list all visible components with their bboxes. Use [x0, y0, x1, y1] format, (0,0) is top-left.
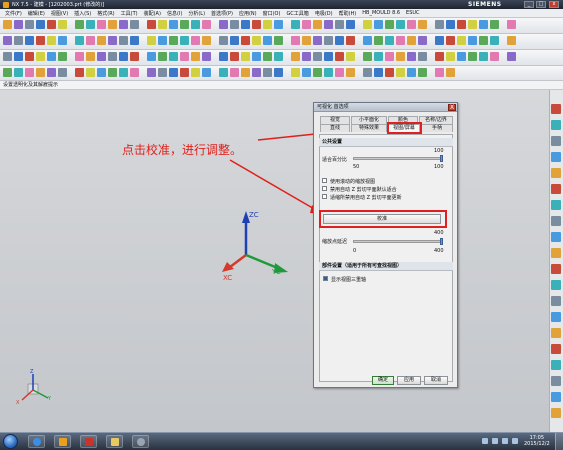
resource-bar-tab-icon[interactable] — [551, 248, 561, 258]
cancel-button[interactable]: 取消 — [424, 376, 448, 385]
resource-bar-tab-icon[interactable] — [551, 344, 561, 354]
arrow-to-calibrate — [229, 159, 317, 211]
tab-special-effects[interactable]: 特殊效果 — [351, 124, 387, 132]
taskbar-app-browser[interactable] — [28, 435, 45, 448]
resource-bar-tab-icon[interactable] — [551, 136, 561, 146]
ok-button[interactable]: 确定 — [372, 376, 394, 385]
resource-bar-tab-icon[interactable] — [551, 280, 561, 290]
resource-bar-tab-icon[interactable] — [551, 152, 561, 162]
fit-percentage-min: 50 — [353, 164, 360, 170]
tab-faceting[interactable]: 小平面化 — [351, 116, 387, 124]
taskbar-app-nx[interactable] — [54, 435, 71, 448]
checkbox-show-view-triad[interactable] — [323, 276, 328, 281]
resource-bar-tab-icon[interactable] — [551, 216, 561, 226]
tab-visual[interactable]: 视觉 — [320, 116, 350, 124]
tab-panel — [319, 134, 453, 382]
resource-bar-tab-icon[interactable] — [551, 360, 561, 370]
tab-names-borders[interactable]: 名称/边界 — [419, 116, 453, 124]
zoom-delay-slider[interactable] — [353, 240, 443, 243]
resource-bar-tab-icon[interactable] — [551, 232, 561, 242]
tray-flag-icon[interactable] — [502, 438, 508, 444]
tray-clock[interactable]: 17:05 2015/12/2 — [524, 435, 550, 447]
resource-bar-tab-icon[interactable] — [551, 264, 561, 274]
section-common-settings[interactable]: 公共设置 — [319, 138, 453, 147]
zoom-delay-slider-thumb[interactable] — [440, 238, 443, 245]
taskbar: 17:05 2015/12/2 — [0, 432, 563, 450]
section-part-settings[interactable]: 部件设置（适用于所有可查找视图） — [319, 262, 453, 271]
resource-bar-tab-icon[interactable] — [551, 184, 561, 194]
tab-handles[interactable]: 手柄 — [421, 124, 453, 132]
dialog-close-button[interactable]: X — [448, 104, 456, 111]
zoom-delay-label: 缩放点延迟 — [322, 239, 348, 245]
fit-percentage-value: 100 — [434, 148, 444, 154]
resource-bar-tab-icon[interactable] — [551, 392, 561, 402]
checkbox-auto-z-clip-update-label: 适缩所禁用自动 Z 剪切平面更新 — [330, 195, 402, 201]
fit-percentage-max: 100 — [434, 164, 444, 170]
taskbar-app-folder[interactable] — [106, 435, 123, 448]
checkbox-auto-z-clip-update[interactable] — [322, 194, 327, 199]
show-desktop-button[interactable] — [555, 433, 563, 450]
checkbox-scroll-zoom[interactable] — [322, 178, 327, 183]
fit-percentage-slider[interactable] — [353, 157, 443, 160]
dialog-title: 可视化 首选项 — [314, 103, 457, 112]
tray-ime-icon[interactable] — [512, 438, 518, 444]
visualization-preferences-dialog: 可视化 首选项 X 视觉 小平面化 颜色 名称/边界 直线 特殊效果 视图/屏幕… — [313, 102, 458, 388]
checkbox-auto-z-clip-fit[interactable] — [322, 186, 327, 191]
zoom-delay-min: 0 — [353, 248, 357, 254]
start-button[interactable] — [3, 434, 18, 449]
tray-date: 2015/12/2 — [524, 441, 550, 447]
resource-bar-tab-icon[interactable] — [551, 312, 561, 322]
zoom-delay-max: 400 — [434, 248, 444, 254]
checkbox-show-view-triad-label: 显示视图三重轴 — [331, 277, 367, 283]
resource-bar-tab-icon[interactable] — [551, 328, 561, 338]
fit-percentage-label: 适合百分比 — [322, 157, 348, 163]
resource-bar-tab-icon[interactable] — [551, 376, 561, 386]
tray-volume-icon[interactable] — [492, 438, 498, 444]
resource-bar-tab-icon[interactable] — [551, 296, 561, 306]
resource-bar-tab-icon[interactable] — [551, 104, 561, 114]
tray-network-icon[interactable] — [482, 438, 488, 444]
resource-bar-tab-icon[interactable] — [551, 120, 561, 130]
fit-percentage-slider-thumb[interactable] — [440, 155, 443, 162]
zoom-delay-value: 400 — [434, 230, 444, 236]
tab-highlight-box — [387, 122, 422, 134]
apply-button[interactable]: 应用 — [397, 376, 421, 385]
resource-bar-tab-icon[interactable] — [551, 168, 561, 178]
taskbar-app-nx-2[interactable] — [80, 435, 97, 448]
checkbox-auto-z-clip-fit-label: 禁用自动 Z 剪切平面默认适合 — [330, 187, 397, 193]
calibrate-highlight-box — [319, 210, 447, 228]
taskbar-app-misc[interactable] — [132, 435, 149, 448]
resource-bar-tab-icon[interactable] — [551, 408, 561, 418]
checkbox-scroll-zoom-label: 使用滚动的缩放视图 — [330, 179, 376, 185]
resource-bar-tab-icon[interactable] — [551, 200, 561, 210]
annotation-arrows — [229, 119, 428, 214]
tab-line[interactable]: 直线 — [320, 124, 350, 132]
